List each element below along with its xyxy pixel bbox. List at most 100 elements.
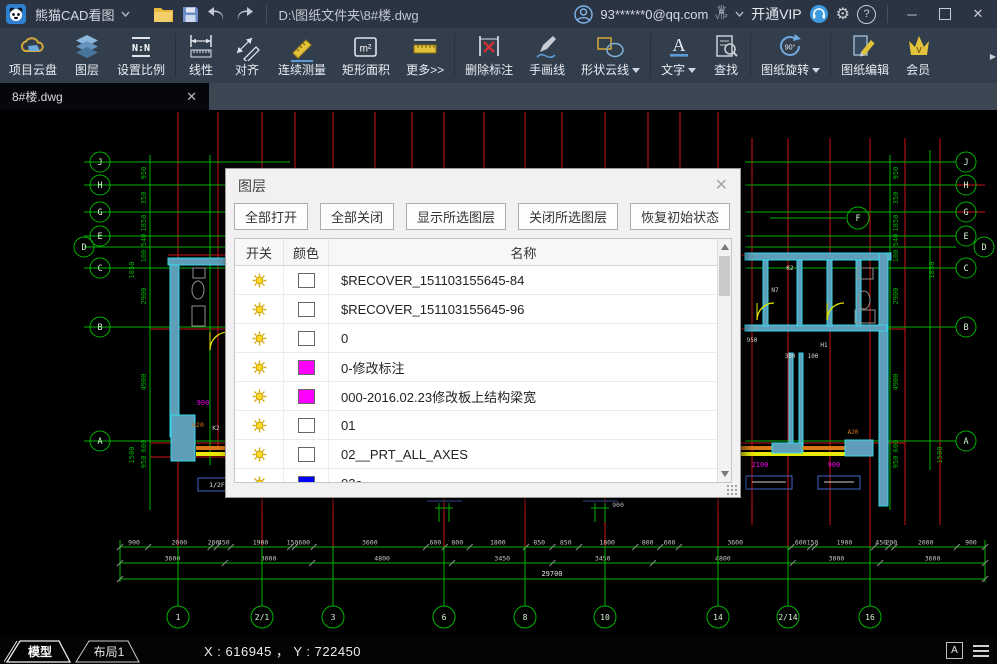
dialog-close-icon[interactable]: ✕ (715, 179, 728, 193)
toolbar-continuous-measure-button[interactable]: 连续测量 (270, 28, 334, 83)
layer-name: $RECOVER_151103155645-84 (329, 266, 719, 295)
scroll-down-icon[interactable] (721, 471, 729, 477)
toolbar-linear-dim-button[interactable]: 线性 (178, 28, 224, 83)
save-button[interactable] (182, 4, 199, 24)
maximize-button[interactable] (932, 8, 958, 20)
model-tab[interactable]: 模型 (7, 641, 70, 662)
layer-color-swatch[interactable] (298, 360, 315, 375)
open-all-layers-button[interactable]: 全部打开 (234, 203, 308, 230)
toolbar-member-button[interactable]: V 会员 (897, 28, 939, 83)
minimize-button[interactable]: ─ (899, 7, 925, 22)
scroll-up-icon[interactable] (721, 244, 729, 250)
svg-text:900: 900 (128, 539, 140, 547)
continuous-measure-icon (287, 31, 317, 62)
open-file-button[interactable] (153, 4, 175, 24)
svg-text:1850: 1850 (140, 215, 148, 232)
svg-text:4800: 4800 (715, 555, 731, 563)
layer-color-swatch[interactable] (298, 302, 315, 317)
layer-color-swatch[interactable] (298, 331, 315, 346)
column-color: 颜色 (284, 239, 329, 266)
toolbar-cloud-shape-button[interactable]: 形状云线 (573, 28, 648, 83)
toolbar-more-tools-button[interactable]: 更多>> (398, 28, 452, 83)
tab-close-icon[interactable]: ✕ (186, 89, 197, 105)
layer-color-swatch[interactable] (298, 476, 315, 483)
layer-visible-bulb-icon[interactable] (252, 301, 267, 316)
rotate-90-icon: 90° (776, 31, 806, 62)
svg-text:2900: 2900 (140, 288, 148, 305)
layout1-tab[interactable]: 布局1 (76, 641, 139, 662)
svg-text:3450: 3450 (494, 555, 510, 563)
toolbar-rotate-drawing-button[interactable]: 90° 图纸旋转 (753, 28, 828, 83)
layer-color-swatch[interactable] (298, 447, 315, 462)
status-bar: 模型 布局1 X : 616945 ， Y : 722450 A (0, 637, 997, 664)
divider (454, 34, 455, 77)
file-path: D:\图纸文件夹\8#楼.dwg (278, 5, 418, 24)
layer-row[interactable]: 02__PRT_ALL_AXES (235, 440, 719, 469)
dropdown-caret-icon[interactable] (632, 68, 640, 73)
layer-visible-bulb-icon[interactable] (252, 330, 267, 345)
layer-visible-bulb-icon[interactable] (252, 446, 267, 461)
toolbar-delete-annotation-button[interactable]: 删除标注 (457, 28, 521, 83)
svg-text:m²: m² (360, 43, 372, 54)
dialog-resize-grip[interactable] (726, 484, 737, 495)
toolbar-aligned-dim-button[interactable]: 对齐 (224, 28, 270, 83)
account-email[interactable]: 93******0@qq.com (600, 7, 708, 22)
undo-button[interactable] (206, 4, 227, 24)
scrollbar-thumb[interactable] (719, 256, 730, 296)
toolbar-layers-button[interactable]: 图层 (65, 28, 109, 83)
account-avatar-icon[interactable] (574, 5, 593, 24)
shape-cloud-icon (595, 31, 627, 62)
status-menu-icon[interactable] (973, 645, 989, 657)
dropdown-caret-icon[interactable] (812, 68, 820, 73)
close-button[interactable]: ✕ (965, 6, 991, 22)
close-all-layers-button[interactable]: 全部关闭 (320, 203, 394, 230)
toolbar-overflow-arrow-icon[interactable]: ▶ (990, 52, 996, 61)
layer-visible-bulb-icon[interactable] (252, 475, 267, 483)
layer-visible-bulb-icon[interactable] (252, 388, 267, 403)
text-style-toggle-icon[interactable]: A (946, 642, 963, 659)
text-a-icon: A (666, 31, 692, 62)
layer-color-swatch[interactable] (298, 389, 315, 404)
layer-row[interactable]: 01 (235, 411, 719, 440)
layer-visible-bulb-icon[interactable] (252, 359, 267, 374)
customer-service-icon[interactable] (809, 4, 829, 24)
layer-row[interactable]: $RECOVER_151103155645-96 (235, 295, 719, 324)
layer-row[interactable]: 02c (235, 469, 719, 484)
layer-color-swatch[interactable] (298, 273, 315, 288)
document-tab[interactable]: 8#楼.dwg ✕ (0, 83, 209, 110)
vip-upgrade-link[interactable]: 开通VIP (751, 4, 802, 24)
svg-text:1850: 1850 (128, 262, 136, 279)
drawing-canvas[interactable]: 9509503503501850185054054010010029002900… (0, 110, 997, 637)
toolbar-find-button[interactable]: 查找 (704, 28, 748, 83)
layer-list-scrollbar[interactable] (717, 239, 731, 482)
layer-name: 0-修改标注 (329, 353, 719, 382)
layer-visible-bulb-icon[interactable] (252, 272, 267, 287)
layer-row[interactable]: 000-2016.02.23修改板上结构梁宽 (235, 382, 719, 411)
layer-color-swatch[interactable] (298, 418, 315, 433)
show-selected-layers-button[interactable]: 显示所选图层 (406, 203, 506, 230)
redo-button[interactable] (234, 4, 255, 24)
app-menu-chevron-icon[interactable] (121, 11, 130, 17)
toolbar-edit-drawing-button[interactable]: 图纸编辑 (833, 28, 897, 83)
toolbar-text-button[interactable]: A 文字 (653, 28, 704, 83)
toolbar-project-cloud-button[interactable]: 项目云盘 (1, 28, 65, 83)
layer-row[interactable]: $RECOVER_151103155645-84 (235, 266, 719, 295)
dropdown-caret-icon[interactable] (688, 68, 696, 73)
toolbar-set-scale-button[interactable]: N:N 设置比例 (109, 28, 173, 83)
svg-text:14: 14 (713, 613, 723, 622)
toolbar-rect-area-button[interactable]: m² 矩形面积 (334, 28, 398, 83)
svg-text:D: D (81, 243, 86, 253)
hide-selected-layers-button[interactable]: 关闭所选图层 (518, 203, 618, 230)
settings-gear-icon[interactable]: ⚙ (836, 4, 850, 24)
svg-text:100: 100 (808, 353, 819, 360)
layer-row[interactable]: 0-修改标注 (235, 353, 719, 382)
svg-text:4900: 4900 (892, 374, 900, 391)
layer-row[interactable]: 0 (235, 324, 719, 353)
svg-text:450: 450 (218, 539, 230, 547)
vip-chevron-icon[interactable] (735, 11, 744, 17)
layer-visible-bulb-icon[interactable] (252, 417, 267, 432)
help-icon[interactable]: ? (857, 5, 876, 24)
restore-initial-state-button[interactable]: 恢复初始状态 (630, 203, 730, 230)
toolbar-freehand-line-button[interactable]: 手画线 (521, 28, 573, 83)
layer-list-header: 开关 颜色 名称 (235, 239, 719, 266)
